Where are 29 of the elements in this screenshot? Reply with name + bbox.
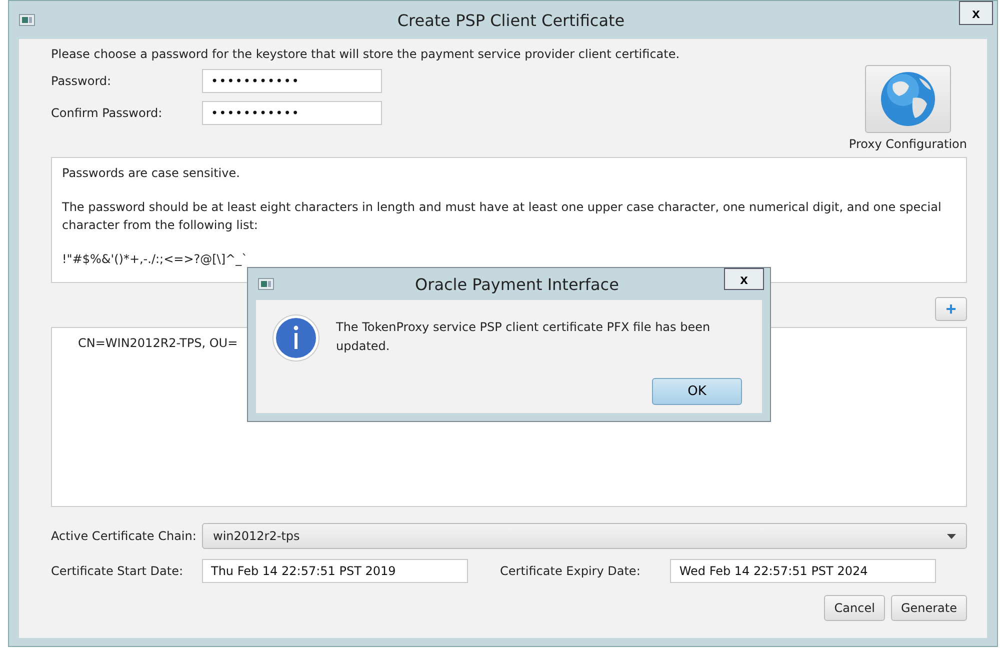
ok-button[interactable]: OK — [652, 378, 742, 405]
app-icon — [19, 14, 35, 26]
window-title: Create PSP Client Certificate — [397, 10, 625, 30]
rules-text: The password should be at least eight characters in length and must have at least one upper case character, one numerical digit, and one special character from the following list: — [62, 199, 942, 234]
proxy-button[interactable] — [864, 65, 951, 133]
password-field[interactable]: ••••••••••• — [202, 101, 382, 125]
field-label: Password: — [51, 74, 112, 88]
rules-text: Passwords are case sensitive. — [62, 165, 241, 182]
rules-text: !"#$%&'()*+,-./:;<=>?@[\]^_` — [62, 251, 249, 268]
globe-icon — [878, 70, 937, 128]
start-date-field[interactable]: Thu Feb 14 22:57:51 PST 2019 — [202, 559, 468, 583]
dialog-message: The TokenProxy service PSP client certificate PFX file has been updated. — [336, 319, 712, 355]
app-icon — [258, 278, 274, 290]
field-label: Certificate Start Date: — [51, 564, 184, 578]
close-button[interactable]: x — [724, 268, 764, 290]
expiry-date-field[interactable]: Wed Feb 14 22:57:51 PST 2024 — [670, 559, 936, 583]
chain-dropdown[interactable]: win2012r2-tps — [202, 523, 967, 549]
field-label: Active Certificate Chain: — [51, 529, 198, 543]
generate-button[interactable]: Generate — [890, 595, 967, 621]
intro-text: Please choose a password for the keystore that will store the payment service provider client certificate. — [51, 47, 681, 61]
password-field[interactable]: ••••••••••• — [202, 69, 382, 93]
field-label: Certificate Expiry Date: — [500, 564, 640, 578]
close-button[interactable]: x — [959, 1, 993, 25]
cancel-button[interactable]: Cancel — [824, 595, 885, 621]
dialog-title: Oracle Payment Interface — [415, 274, 619, 294]
proxy-label: Proxy Configuration — [848, 137, 967, 151]
info-icon — [272, 314, 320, 362]
field-label: Confirm Password: — [51, 106, 164, 120]
dropdown-caret-icon — [947, 534, 956, 538]
